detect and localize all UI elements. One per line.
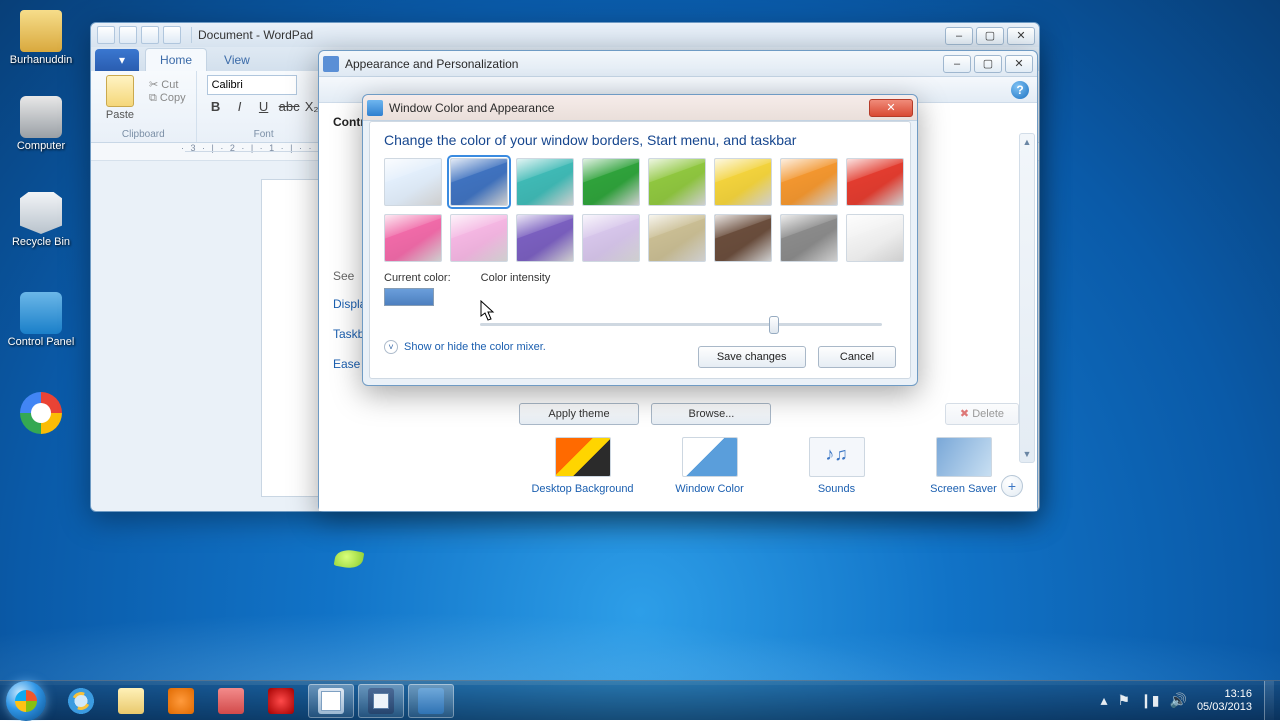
category-desktop-background[interactable]: Desktop Background <box>523 437 643 495</box>
appearance-maximize-button[interactable]: ▢ <box>974 55 1002 73</box>
apply-theme-button[interactable]: Apply theme <box>519 403 639 425</box>
taskbar-wordpad[interactable] <box>308 684 354 718</box>
desktop-icon-computer[interactable]: Computer <box>6 96 76 152</box>
color-swatch-6[interactable] <box>780 158 838 206</box>
current-color-preview <box>384 288 434 306</box>
delete-button[interactable]: ✖ Delete <box>945 403 1019 425</box>
snip-icon <box>218 688 244 714</box>
disk-icon <box>368 688 394 714</box>
browse-button[interactable]: Browse... <box>651 403 771 425</box>
folder-icon <box>118 688 144 714</box>
strike-button[interactable]: abc <box>279 99 297 114</box>
qat-redo-icon[interactable] <box>163 26 181 44</box>
tray-volume-icon[interactable]: 🔊 <box>1170 692 1187 709</box>
color-dialog-heading: Change the color of your window borders,… <box>384 132 896 148</box>
color-swatch-12[interactable] <box>648 214 706 262</box>
color-swatch-15[interactable] <box>846 214 904 262</box>
help-icon[interactable]: ? <box>1011 81 1029 99</box>
color-swatch-3[interactable] <box>582 158 640 206</box>
wordpad-close-button[interactable]: ✕ <box>1007 27 1035 45</box>
paste-icon <box>106 75 134 107</box>
taskbar-snip[interactable] <box>208 684 254 718</box>
wordpad-icon <box>97 26 115 44</box>
control-panel-icon <box>418 688 444 714</box>
color-swatch-14[interactable] <box>780 214 838 262</box>
taskbar-explorer[interactable] <box>108 684 154 718</box>
appearance-icon <box>323 56 339 72</box>
taskbar-ie[interactable] <box>58 684 104 718</box>
wordpad-quick-access: Document - WordPad <box>91 23 1039 47</box>
ribbon-view-tab[interactable]: View <box>209 48 265 71</box>
show-desktop-button[interactable] <box>1264 681 1274 721</box>
chevron-down-icon: ˅ <box>384 340 398 354</box>
color-swatch-grid <box>384 158 896 262</box>
color-swatch-10[interactable] <box>516 214 574 262</box>
taskbar-control-panel[interactable] <box>408 684 454 718</box>
color-intensity-label: Color intensity <box>481 272 551 284</box>
appearance-minimize-button[interactable]: – <box>943 55 971 73</box>
taskbar-media-player[interactable] <box>158 684 204 718</box>
paste-button[interactable]: Paste <box>101 75 139 121</box>
color-swatch-7[interactable] <box>846 158 904 206</box>
wordpad-title: Document - WordPad <box>198 28 313 42</box>
color-dialog-icon <box>367 100 383 116</box>
color-swatch-8[interactable] <box>384 214 442 262</box>
category-window-color[interactable]: Window Color <box>650 437 770 495</box>
slider-thumb[interactable] <box>769 316 779 334</box>
color-swatch-11[interactable] <box>582 214 640 262</box>
color-swatch-0[interactable] <box>384 158 442 206</box>
tray-clock[interactable]: 13:16 05/03/2013 <box>1197 688 1252 713</box>
desktop-icon-control-panel[interactable]: Control Panel <box>6 292 76 348</box>
appearance-title: Appearance and Personalization <box>345 57 518 71</box>
save-changes-button[interactable]: Save changes <box>698 346 806 368</box>
desktop-icon-user-folder[interactable]: Burhanuddin <box>6 10 76 66</box>
qat-undo-icon[interactable] <box>141 26 159 44</box>
tray-chevron-icon[interactable]: ▴ <box>1100 692 1107 709</box>
desktop-icon-chrome[interactable] <box>6 392 76 436</box>
bold-button[interactable]: B <box>207 99 225 114</box>
ribbon-file-tab[interactable]: ▾ <box>95 49 139 71</box>
ribbon-home-tab[interactable]: Home <box>145 48 207 71</box>
current-color-label: Current color: <box>384 272 451 284</box>
qat-save-icon[interactable] <box>119 26 137 44</box>
wordpad-taskbar-icon <box>318 688 344 714</box>
italic-button[interactable]: I <box>231 99 249 114</box>
system-tray: ▴ ⚑ ❙▮ 🔊 13:16 05/03/2013 <box>1100 688 1256 713</box>
color-dialog-close-button[interactable]: ✕ <box>869 99 913 117</box>
tray-flag-icon[interactable]: ⚑ <box>1118 692 1131 709</box>
color-intensity-slider[interactable] <box>480 312 882 336</box>
media-player-icon <box>168 688 194 714</box>
opera-icon <box>268 688 294 714</box>
color-swatch-1[interactable] <box>450 158 508 206</box>
font-family-select[interactable] <box>207 75 297 95</box>
desktop-icon-recycle-bin[interactable]: Recycle Bin <box>6 192 76 248</box>
taskbar: ▴ ⚑ ❙▮ 🔊 13:16 05/03/2013 <box>0 680 1280 720</box>
color-swatch-13[interactable] <box>714 214 772 262</box>
taskbar-save[interactable] <box>358 684 404 718</box>
start-button[interactable] <box>6 681 46 721</box>
category-sounds[interactable]: Sounds <box>777 437 897 495</box>
wordpad-minimize-button[interactable]: – <box>945 27 973 45</box>
ie-icon <box>68 688 94 714</box>
window-color-dialog: Window Color and Appearance ✕ Change the… <box>362 94 918 386</box>
tray-network-icon[interactable]: ❙▮ <box>1140 692 1159 709</box>
color-swatch-5[interactable] <box>714 158 772 206</box>
taskbar-opera[interactable] <box>258 684 304 718</box>
underline-button[interactable]: U <box>255 99 273 114</box>
color-dialog-title: Window Color and Appearance <box>389 101 554 115</box>
cut-button[interactable]: ✂ Cut <box>149 78 186 91</box>
color-swatch-9[interactable] <box>450 214 508 262</box>
add-button[interactable]: + <box>1001 475 1023 497</box>
color-swatch-4[interactable] <box>648 158 706 206</box>
appearance-close-button[interactable]: ✕ <box>1005 55 1033 73</box>
cancel-button[interactable]: Cancel <box>818 346 896 368</box>
color-swatch-2[interactable] <box>516 158 574 206</box>
wordpad-maximize-button[interactable]: ▢ <box>976 27 1004 45</box>
copy-button[interactable]: ⧉ Copy <box>149 92 186 105</box>
